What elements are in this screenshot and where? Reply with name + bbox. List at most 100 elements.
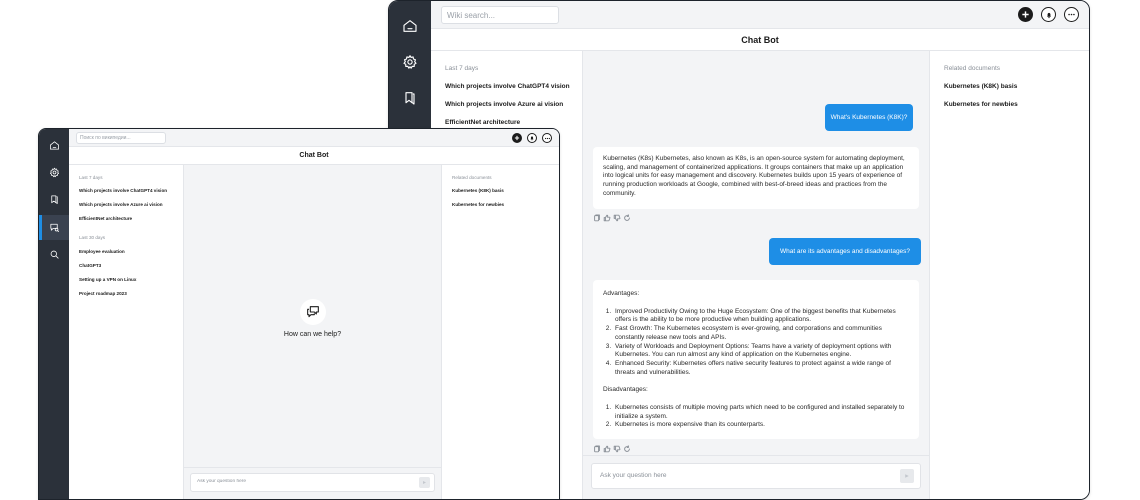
history-item[interactable]: EfficientNet architecture bbox=[445, 119, 520, 126]
bookmark-icon bbox=[405, 92, 415, 105]
bell-icon bbox=[1046, 12, 1051, 18]
chatbot-window-small: Chat Bot Last 7 days Which projects invo… bbox=[38, 128, 560, 500]
bookmark-icon bbox=[50, 195, 58, 205]
send-icon bbox=[423, 481, 426, 484]
history-section-title: Last 7 days bbox=[445, 65, 479, 72]
refresh-icon[interactable] bbox=[623, 445, 631, 453]
user-message: What's Kubernetes (K8K)? bbox=[825, 104, 913, 131]
history-item[interactable]: Which projects involve ChatGPT4 vision bbox=[79, 188, 167, 193]
list-item: Kubernetes consists of multiple moving p… bbox=[613, 404, 909, 421]
thumbs-down-icon[interactable] bbox=[613, 445, 621, 453]
advantages-list: Improved Productivity Owing to the Huge … bbox=[613, 308, 909, 378]
plus-icon bbox=[1022, 11, 1029, 18]
gear-icon bbox=[403, 55, 417, 69]
disadvantages-list: Kubernetes consists of multiple moving p… bbox=[613, 404, 909, 430]
top-bar bbox=[431, 1, 1089, 29]
related-doc-link[interactable]: Kubernetes (K8K) basis bbox=[452, 188, 504, 193]
copy-icon[interactable] bbox=[593, 214, 601, 222]
more-icon bbox=[1068, 13, 1075, 16]
wiki-search-input[interactable] bbox=[76, 132, 166, 144]
message-reactions bbox=[593, 445, 631, 453]
more-options-button[interactable] bbox=[1064, 7, 1079, 22]
chat-history-panel: Last 7 days Which projects involve ChatG… bbox=[69, 165, 184, 499]
chat-search-icon bbox=[49, 223, 59, 233]
home-icon bbox=[403, 20, 417, 32]
related-doc-link[interactable]: Kubernetes (K8K) basis bbox=[944, 83, 1017, 90]
refresh-icon[interactable] bbox=[623, 214, 631, 222]
history-item[interactable]: Setting up a VPN on Linux bbox=[79, 277, 136, 282]
nav-chatbot[interactable] bbox=[39, 215, 69, 240]
notifications-button[interactable] bbox=[1041, 7, 1056, 22]
related-title: Related documents bbox=[944, 65, 1001, 72]
page-title: Chat Bot bbox=[431, 29, 1089, 51]
nav-bookmarks[interactable] bbox=[39, 187, 69, 212]
list-item: Fast Growth: The Kubernetes ecosystem is… bbox=[613, 325, 909, 342]
related-doc-link[interactable]: Kubernetes for newbies bbox=[452, 202, 504, 207]
list-item: Kubernetes is more expensive than its co… bbox=[613, 421, 909, 430]
toolbar-actions bbox=[512, 133, 552, 143]
list-item: Improved Productivity Owing to the Huge … bbox=[613, 308, 909, 325]
wiki-search-input[interactable] bbox=[441, 6, 559, 24]
thumbs-down-icon[interactable] bbox=[613, 214, 621, 222]
related-title: Related documents bbox=[452, 175, 492, 180]
chat-area: What's Kubernetes (K8K)? Kubernetes (K8s… bbox=[583, 51, 929, 499]
empty-state: How can we help? bbox=[184, 299, 441, 338]
chat-area: How can we help? bbox=[184, 165, 441, 499]
history-item[interactable]: EfficientNet architecture bbox=[79, 216, 132, 221]
top-bar bbox=[69, 129, 559, 147]
list-item: Enhanced Security: Kubernetes offers nat… bbox=[613, 360, 909, 377]
user-message: What are its advantages and disadvantage… bbox=[769, 238, 921, 265]
advantages-title: Advantages: bbox=[603, 290, 640, 297]
toolbar-actions bbox=[1018, 7, 1079, 22]
bot-message: Kubernetes (K8s) Kubernetes, also known … bbox=[593, 147, 919, 209]
history-item[interactable]: Project roadmap 2023 bbox=[79, 291, 127, 296]
thumbs-up-icon[interactable] bbox=[603, 214, 611, 222]
history-section-title: Last 30 days bbox=[79, 235, 106, 240]
related-documents-panel: Related documents Kubernetes (K8K) basis… bbox=[929, 51, 1089, 499]
chat-bubbles-badge bbox=[299, 299, 326, 325]
bell-icon bbox=[530, 136, 534, 141]
nav-home[interactable] bbox=[389, 9, 431, 43]
question-input-box bbox=[190, 473, 435, 492]
plus-icon bbox=[514, 135, 520, 141]
nav-settings[interactable] bbox=[389, 45, 431, 79]
nav-home[interactable] bbox=[39, 133, 69, 158]
nav-settings[interactable] bbox=[39, 160, 69, 185]
history-section-title: Last 7 days bbox=[79, 175, 103, 180]
history-item[interactable]: Which projects involve ChatGPT4 vision bbox=[445, 83, 570, 90]
copy-icon[interactable] bbox=[593, 445, 601, 453]
history-item[interactable]: ChatGPT3 bbox=[79, 263, 101, 268]
nav-rail bbox=[39, 129, 69, 499]
new-chat-button[interactable] bbox=[1018, 7, 1033, 22]
empty-state-text: How can we help? bbox=[283, 331, 342, 338]
bot-message-text: Kubernetes (K8s) Kubernetes, also known … bbox=[603, 155, 905, 197]
disadvantages-title: Disadvantages: bbox=[603, 386, 648, 394]
message-reactions bbox=[593, 214, 631, 222]
nav-bookmarks[interactable] bbox=[389, 81, 431, 115]
home-icon bbox=[49, 141, 59, 150]
question-input[interactable] bbox=[197, 479, 392, 484]
history-item[interactable]: Which projects involve Azure ai vision bbox=[79, 202, 163, 207]
send-button[interactable] bbox=[419, 477, 430, 488]
related-documents-panel: Related documents Kubernetes (K8K) basis… bbox=[441, 165, 559, 499]
notifications-button[interactable] bbox=[527, 133, 537, 143]
send-button[interactable] bbox=[900, 469, 914, 483]
new-chat-button[interactable] bbox=[512, 133, 522, 143]
page-title: Chat Bot bbox=[69, 147, 559, 165]
question-input[interactable] bbox=[600, 472, 863, 479]
thumbs-up-icon[interactable] bbox=[603, 445, 611, 453]
nav-search[interactable] bbox=[39, 242, 69, 267]
search-icon bbox=[50, 250, 59, 259]
composer bbox=[583, 455, 929, 499]
chat-bubbles-icon bbox=[306, 306, 319, 318]
gear-icon bbox=[49, 167, 59, 178]
more-options-button[interactable] bbox=[542, 133, 552, 143]
list-item: Variety of Workloads and Deployment Opti… bbox=[613, 343, 909, 360]
history-item[interactable]: Employee evaluation bbox=[79, 249, 125, 254]
bot-message: Advantages: Improved Productivity Owing … bbox=[593, 280, 919, 439]
composer bbox=[184, 467, 441, 499]
related-doc-link[interactable]: Kubernetes for newbies bbox=[944, 101, 1018, 108]
history-item[interactable]: Which projects involve Azure ai vision bbox=[445, 101, 563, 108]
question-input-box bbox=[591, 463, 921, 489]
send-icon bbox=[905, 474, 909, 478]
